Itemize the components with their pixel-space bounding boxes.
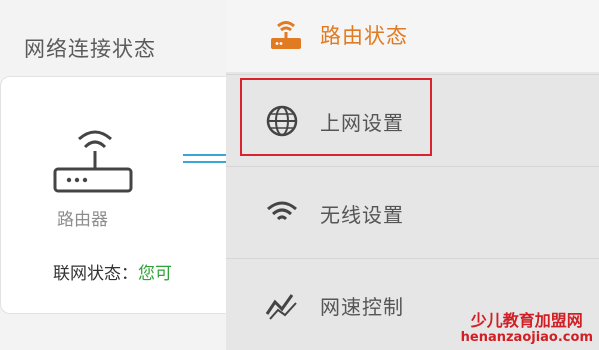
network-status-label: 联网状态： <box>53 264 138 284</box>
router-label: 路由器 <box>57 210 108 230</box>
side-menu: 路由状态 上网设置 无线设置 网速控制 <box>226 0 599 350</box>
watermark: 少儿教育加盟网 henanzaojiao.com <box>461 312 593 346</box>
menu-item-wireless-settings[interactable]: 无线设置 <box>226 166 599 257</box>
menu-item-label: 路由状态 <box>320 24 408 48</box>
router-icon <box>53 130 133 193</box>
menu-item-router-status[interactable]: 路由状态 <box>226 0 599 72</box>
connection-status-card: 路由器 联网状态：您可 <box>0 76 242 314</box>
watermark-url: henanzaojiao.com <box>460 330 593 345</box>
router-icon <box>271 21 301 49</box>
wifi-icon <box>267 201 297 221</box>
left-panel-title: 网络连接状态 <box>24 37 156 61</box>
watermark-title: 少儿教育加盟网 <box>470 311 583 330</box>
highlight-box <box>240 78 432 156</box>
network-status: 联网状态：您可 <box>53 259 172 284</box>
menu-item-label: 网速控制 <box>320 295 404 319</box>
speed-graph-icon <box>265 294 297 320</box>
menu-item-label: 无线设置 <box>320 203 404 227</box>
network-status-value: 您可 <box>138 264 172 284</box>
